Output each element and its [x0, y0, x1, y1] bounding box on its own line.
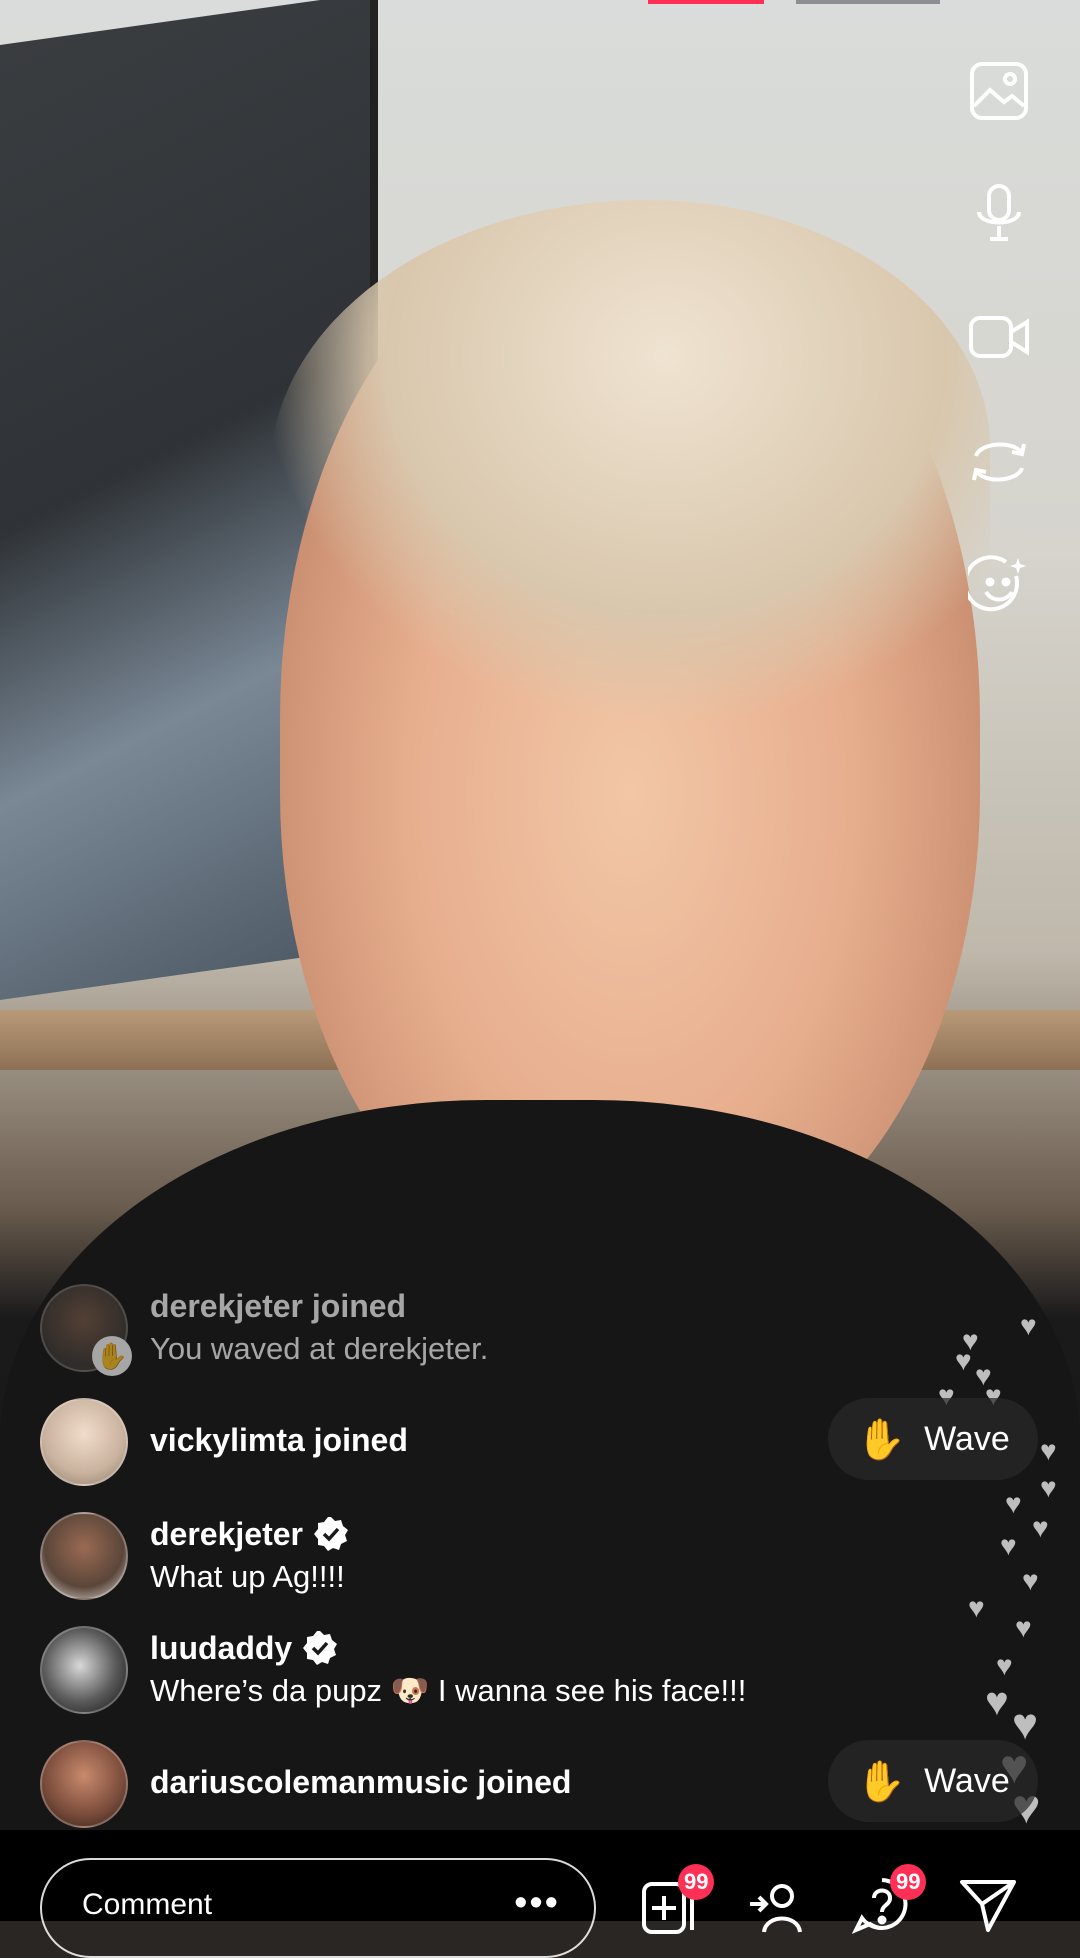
person-arrow-icon — [750, 1884, 802, 1933]
microphone-button[interactable] — [964, 178, 1034, 248]
feed-message: What up Ag!!!! — [150, 1559, 345, 1594]
feed-username: luudaddy — [150, 1626, 746, 1670]
feed-item: luudaddy Where’s da pupz 🐶 I wanna see h… — [40, 1626, 746, 1714]
verified-icon — [303, 1631, 338, 1665]
wave-button[interactable]: ✋ Wave — [828, 1740, 1038, 1822]
feed-username: dariuscolemanmusic joined — [150, 1764, 572, 1800]
feed-item: ✋ derekjeter joined You waved at derekje… — [40, 1284, 489, 1376]
avatar[interactable] — [40, 1626, 128, 1714]
flip-camera-button[interactable] — [964, 426, 1034, 496]
wave-hand-icon: ✋ — [856, 1417, 907, 1462]
feed-username-text: luudaddy — [150, 1630, 293, 1666]
comment-input[interactable]: Comment ••• — [40, 1858, 596, 1958]
video-camera-icon — [969, 316, 1029, 358]
gallery-icon — [970, 62, 1028, 120]
feed-item: vickylimta joined — [40, 1398, 408, 1486]
avatar[interactable] — [40, 1512, 128, 1600]
live-indicator-bar — [648, 0, 764, 4]
wave-button-label: Wave — [924, 1761, 1010, 1800]
feed-username-text: derekjeter — [150, 1516, 303, 1552]
host-hair — [270, 200, 990, 720]
feed-username: vickylimta joined — [150, 1422, 408, 1458]
effects-button[interactable] — [964, 550, 1034, 620]
feed-item: dariuscolemanmusic joined — [40, 1740, 571, 1828]
avatar[interactable]: ✋ — [40, 1284, 132, 1376]
feed-item: derekjeter What up Ag!!!! — [40, 1512, 349, 1600]
wave-hand-icon: ✋ — [856, 1759, 907, 1804]
requests-button[interactable] — [748, 1874, 808, 1934]
video-button[interactable] — [964, 302, 1034, 372]
comment-placeholder: Comment — [82, 1888, 213, 1921]
microphone-icon — [977, 184, 1021, 241]
wave-icon: ✋ — [92, 1336, 132, 1376]
verified-icon — [313, 1517, 348, 1551]
feed-username: derekjeter — [150, 1512, 349, 1556]
more-options-button[interactable]: ••• — [514, 1882, 560, 1925]
effects-icon — [968, 555, 1026, 612]
feed-message: Where’s da pupz 🐶 I wanna see his face!!… — [150, 1673, 747, 1708]
wave-button[interactable]: ✋ Wave — [828, 1398, 1038, 1480]
wave-button-label: Wave — [924, 1419, 1010, 1458]
send-icon — [960, 1880, 1016, 1932]
feed-message: You waved at derekjeter. — [150, 1331, 489, 1366]
feed-username: derekjeter joined — [150, 1288, 407, 1324]
avatar[interactable] — [40, 1398, 128, 1486]
flip-camera-icon — [972, 442, 1026, 482]
segment-indicator-bar — [796, 0, 940, 4]
share-button[interactable] — [958, 1874, 1018, 1934]
avatar[interactable] — [40, 1740, 128, 1828]
gallery-button[interactable] — [964, 56, 1034, 126]
